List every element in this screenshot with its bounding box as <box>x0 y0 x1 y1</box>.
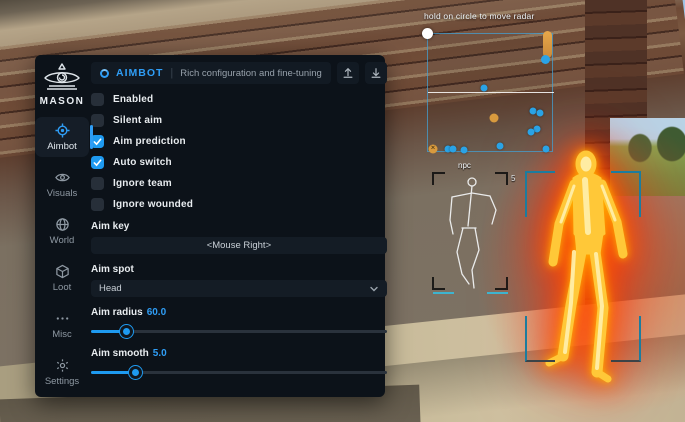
esp-corner <box>611 316 641 362</box>
radar-dots <box>428 34 552 151</box>
import-config-button[interactable] <box>365 62 387 84</box>
game-screen: hold on circle to move radar npc 5 <box>0 0 685 422</box>
npc-distance-label: 5 <box>511 174 515 183</box>
aim-spot-label: Aim spot <box>91 264 387 275</box>
sidebar-item-settings[interactable]: Settings <box>35 352 89 392</box>
mason-eye-logo <box>41 63 83 93</box>
radar-dot <box>530 108 537 115</box>
checkbox-label: Ignore team <box>113 178 172 189</box>
radar-dot <box>497 143 504 150</box>
aim-spot-value: Head <box>99 283 369 294</box>
aim-smooth-label: Aim smooth 5.0 <box>91 348 387 359</box>
sidebar-item-label: Misc <box>52 329 72 340</box>
radar <box>427 33 553 152</box>
aim-radius-slider[interactable] <box>91 325 387 338</box>
checkbox-auto-switch[interactable]: Auto switch <box>91 156 387 169</box>
esp-corner <box>611 171 641 217</box>
sidebar-item-label: Loot <box>53 282 72 293</box>
gear-icon <box>55 358 70 373</box>
globe-icon <box>55 217 70 232</box>
aim-key-label: Aim key <box>91 221 387 232</box>
brand: MASON <box>40 63 85 107</box>
checkbox-box <box>91 156 104 169</box>
title-divider: | <box>170 67 173 79</box>
checkbox-enabled[interactable]: Enabled <box>91 93 387 106</box>
checkbox-label: Silent aim <box>113 115 162 126</box>
radar-dot <box>543 146 550 153</box>
aim-radius-value: 60.0 <box>147 307 166 318</box>
sidebar-item-visuals[interactable]: Visuals <box>35 164 89 204</box>
check-icon <box>93 158 102 167</box>
npc-health-bar <box>487 292 508 294</box>
slider-handle[interactable] <box>120 325 133 338</box>
brand-name: MASON <box>40 96 85 107</box>
checkbox-box <box>91 177 104 190</box>
esp-corner <box>525 316 555 362</box>
dots-icon <box>55 311 70 326</box>
radar-dot <box>537 110 544 117</box>
checkbox-box <box>91 198 104 211</box>
radar-offscreen-marker <box>543 31 552 58</box>
chevron-down-icon <box>369 284 379 294</box>
aim-smooth-text: Aim smooth <box>91 348 149 359</box>
aim-spot-select[interactable]: Head <box>91 280 387 297</box>
npc-health-bar <box>433 292 454 294</box>
page-header: AIMBOT | Rich configuration and fine-tun… <box>91 62 387 84</box>
eye-icon <box>55 170 70 185</box>
aim-radius-text: Aim radius <box>91 307 143 318</box>
sidebar-item-misc[interactable]: Misc <box>35 305 89 345</box>
checkbox-box <box>91 114 104 127</box>
checkbox-label: Ignore wounded <box>113 199 193 210</box>
sidebar-item-label: Settings <box>45 376 79 387</box>
upload-icon <box>342 67 354 79</box>
aim-radius-label: Aim radius 60.0 <box>91 307 387 318</box>
aim-smooth-value: 5.0 <box>153 348 167 359</box>
page-title: AIMBOT <box>116 67 163 79</box>
slider-handle[interactable] <box>129 366 142 379</box>
sidebar-nav: Aimbot Visuals World <box>35 117 89 392</box>
checkbox-aim-prediction[interactable]: Aim prediction <box>91 135 387 148</box>
checkbox-box <box>91 93 104 106</box>
radar-dot <box>450 146 457 153</box>
sidebar-item-label: Aimbot <box>47 141 77 152</box>
checkbox-silent-aim[interactable]: Silent aim <box>91 114 387 127</box>
cube-icon <box>55 264 70 279</box>
sidebar-item-label: World <box>50 235 75 246</box>
slider-track <box>91 330 387 333</box>
radar-player-dot <box>541 55 550 64</box>
cheat-menu-panel: MASON Aimbot Visuals <box>35 55 385 397</box>
radar-dot <box>490 114 499 123</box>
radar-dot <box>534 126 541 133</box>
sidebar-item-label: Visuals <box>47 188 77 199</box>
export-config-button[interactable] <box>337 62 359 84</box>
npc-name-label: npc <box>458 161 471 170</box>
sidebar-item-aimbot[interactable]: Aimbot <box>35 117 89 157</box>
esp-corner <box>525 171 555 217</box>
sidebar-item-world[interactable]: World <box>35 211 89 251</box>
checkbox-label: Enabled <box>113 94 153 105</box>
checkbox-group: Enabled Silent aim Aim prediction Auto s… <box>91 93 387 211</box>
aimbot-page: AIMBOT | Rich configuration and fine-tun… <box>89 55 397 397</box>
checkbox-label: Aim prediction <box>113 136 186 147</box>
radar-dot <box>481 85 488 92</box>
page-title-bar: AIMBOT | Rich configuration and fine-tun… <box>91 62 331 84</box>
sidebar: MASON Aimbot Visuals <box>35 55 89 397</box>
aim-smooth-slider[interactable] <box>91 366 387 379</box>
check-icon <box>93 137 102 146</box>
spinner-ring-icon <box>100 69 109 78</box>
sidebar-item-loot[interactable]: Loot <box>35 258 89 298</box>
radar-hint-text: hold on circle to move radar <box>424 11 564 21</box>
npc-skeleton-esp <box>438 174 504 290</box>
page-subtitle: Rich configuration and fine-tuning <box>180 68 322 79</box>
download-icon <box>370 67 382 79</box>
checkbox-ignore-wounded[interactable]: Ignore wounded <box>91 198 387 211</box>
radar-dot <box>461 147 468 154</box>
crosshair-icon <box>55 123 70 138</box>
radar-dot <box>429 145 438 154</box>
checkbox-ignore-team[interactable]: Ignore team <box>91 177 387 190</box>
radar-dot <box>528 129 535 136</box>
checkbox-label: Auto switch <box>113 157 172 168</box>
aim-key-bind-button[interactable]: <Mouse Right> <box>91 237 387 254</box>
